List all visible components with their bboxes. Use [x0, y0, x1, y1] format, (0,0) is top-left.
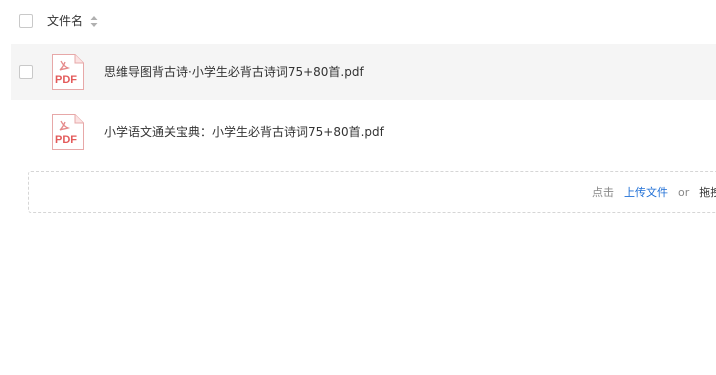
- select-all-checkbox[interactable]: [19, 14, 33, 28]
- upload-instructions: 点击 上传文件 or 拖拽: [592, 186, 716, 200]
- pdf-icon-label: PDF: [55, 74, 77, 86]
- sort-icon[interactable]: [90, 16, 98, 27]
- file-name[interactable]: 小学语文通关宝典：小学生必背古诗词75+80首.pdf: [104, 124, 384, 140]
- pdf-file-icon: PDF: [52, 54, 84, 90]
- file-list-page: 文件名 PDF 思维导图背古诗·小学生必背古诗词75+80首.pdf PDF 小…: [0, 0, 716, 375]
- upload-or-text: or: [678, 186, 690, 199]
- file-row-checkbox[interactable]: [19, 65, 33, 79]
- upload-file-link[interactable]: 上传文件: [624, 186, 668, 199]
- pdf-icon-label: PDF: [55, 134, 77, 146]
- file-list-header: 文件名: [11, 0, 716, 44]
- pdf-file-icon: PDF: [52, 114, 84, 150]
- file-name[interactable]: 思维导图背古诗·小学生必背古诗词75+80首.pdf: [104, 64, 364, 80]
- upload-prefix-text: 点击: [592, 186, 614, 199]
- file-row[interactable]: PDF 思维导图背古诗·小学生必背古诗词75+80首.pdf: [11, 44, 716, 100]
- file-row[interactable]: PDF 小学语文通关宝典：小学生必背古诗词75+80首.pdf: [11, 104, 716, 160]
- upload-drop-zone[interactable]: 点击 上传文件 or 拖拽: [28, 171, 716, 213]
- column-header-filename[interactable]: 文件名: [47, 13, 83, 29]
- upload-drag-text: 拖拽: [699, 186, 716, 199]
